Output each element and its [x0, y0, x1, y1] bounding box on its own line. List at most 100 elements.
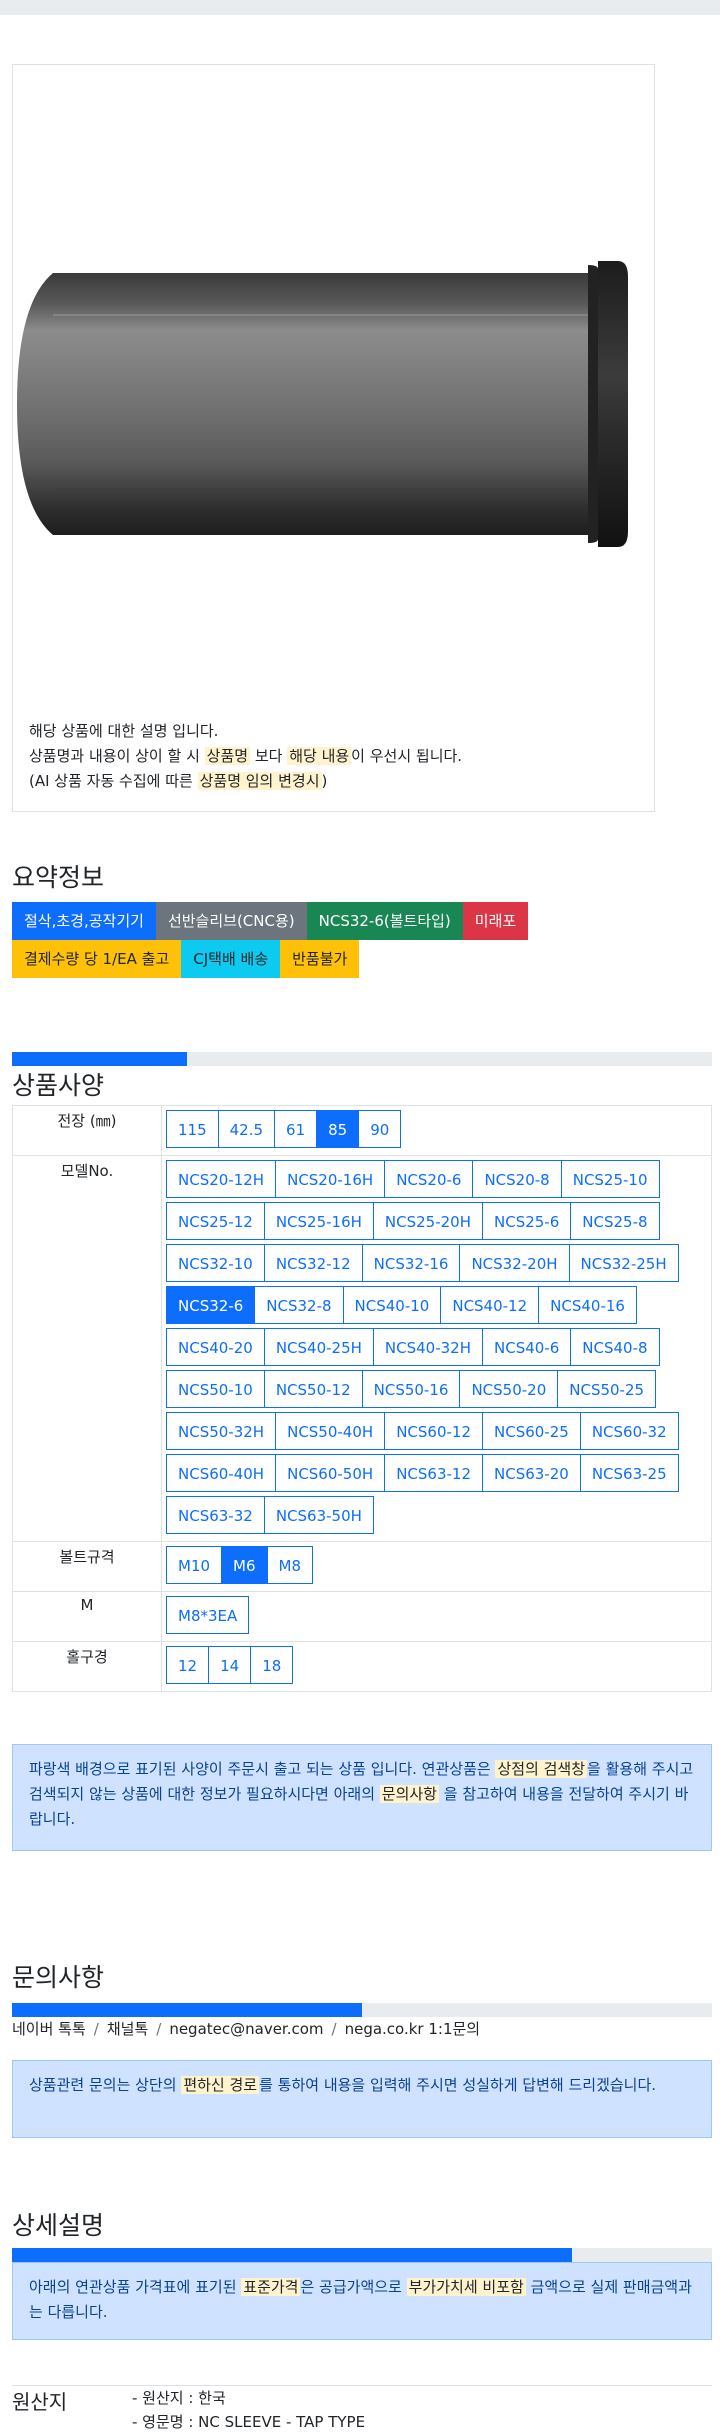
text: 보다: [250, 747, 288, 765]
spec-row: 볼트규격 M10 M6 M8: [12, 1541, 712, 1592]
spec-option-button[interactable]: NCS63-25: [579, 1454, 679, 1492]
spec-options: NCS20-12H NCS20-16H NCS20-6 NCS20-8 NCS25-10…: [161, 1155, 712, 1542]
origin-country: - 원산지 : 한국: [132, 2389, 226, 2407]
origin-values: - 원산지 : 한국 - 영문명 : NC SLEEVE - TAP TYPE: [132, 2386, 365, 2434]
spec-option-button[interactable]: 90: [358, 1110, 402, 1148]
spec-option-button[interactable]: M8*3EA: [166, 1596, 250, 1634]
product-description: 해당 상품에 대한 설명 입니다. 상품명과 내용이 상이 할 시 상품명 보다…: [29, 719, 462, 794]
spec-option-button[interactable]: NCS50-16: [361, 1370, 461, 1408]
spec-option-button[interactable]: 61: [274, 1110, 318, 1148]
spec-option-button[interactable]: NCS50-25: [557, 1370, 657, 1408]
spec-option-button[interactable]: NCS40-8: [570, 1328, 660, 1366]
spec-option-button[interactable]: NCS63-32: [166, 1496, 265, 1534]
highlight: 상점의 검색창: [495, 1760, 588, 1778]
spec-option-button[interactable]: 12: [166, 1646, 210, 1684]
origin-section: 원산지 - 원산지 : 한국 - 영문명 : NC SLEEVE - TAP T…: [12, 2385, 712, 2431]
spec-option-button[interactable]: NCS60-40H: [166, 1454, 277, 1492]
spec-label: 모델No.: [12, 1155, 162, 1542]
spec-option-button[interactable]: NCS50-10: [166, 1370, 265, 1408]
spec-option-button[interactable]: NCS32-8: [254, 1286, 344, 1324]
highlight: 상품명: [204, 747, 251, 765]
category-badge: 절삭,초경,공작기기: [12, 902, 156, 940]
highlight: 표준가격: [241, 2278, 301, 2296]
spec-option-button[interactable]: NCS40-25H: [263, 1328, 374, 1366]
spec-option-button[interactable]: NCS50-12: [263, 1370, 363, 1408]
summary-badges-row-2: 결제수량 당 1/EA 출고 CJ택배 배송 반품불가: [12, 940, 572, 978]
spec-option-button[interactable]: NCS60-50H: [275, 1454, 386, 1492]
spec-option-button[interactable]: NCS60-12: [384, 1412, 483, 1450]
spec-option-button[interactable]: NCS60-32: [579, 1412, 679, 1450]
text: 를 통하여 내용을 입력해 주시면 성실하게 답변해 드리겠습니다.: [259, 2076, 657, 2094]
spec-option-button[interactable]: NCS40-6: [482, 1328, 572, 1366]
spec-option-button[interactable]: M8: [266, 1546, 314, 1584]
contact-link[interactable]: 네이버 톡톡: [12, 2020, 86, 2038]
spec-option-button[interactable]: NCS32-12: [263, 1244, 363, 1282]
spec-option-button[interactable]: NCS25-6: [482, 1202, 572, 1240]
spec-option-button[interactable]: NCS25-16H: [263, 1202, 374, 1240]
product-image-panel: 해당 상품에 대한 설명 입니다. 상품명과 내용이 상이 할 시 상품명 보다…: [12, 64, 655, 812]
text: 상품관련 문의는 상단의: [29, 2076, 182, 2094]
spec-option-button[interactable]: 18: [250, 1646, 294, 1684]
spec-option-button[interactable]: NCS25-10: [560, 1160, 660, 1198]
inquiry-title: 문의사항: [12, 1963, 105, 1992]
spec-option-button[interactable]: NCS63-20: [482, 1454, 581, 1492]
spec-options: M8*3EA: [161, 1591, 712, 1642]
spec-option-button[interactable]: NCS60-25: [482, 1412, 581, 1450]
highlight: 해당 내용: [287, 747, 352, 765]
product-image: [17, 261, 628, 547]
spec-option-button[interactable]: NCS20-6: [384, 1160, 474, 1198]
spec-option-button[interactable]: NCS32-16: [361, 1244, 461, 1282]
spec-option-button[interactable]: NCS50-40H: [275, 1412, 386, 1450]
contact-link[interactable]: negatec@naver.com: [169, 2020, 323, 2038]
spec-option-button[interactable]: NCS32-6: [166, 1286, 256, 1324]
contact-link[interactable]: nega.co.kr 1:1문의: [345, 2020, 481, 2038]
text: 파랑색 배경으로 표기된 사양이 주문시 출고 되는 상품 입니다. 연관상품은: [29, 1760, 496, 1778]
spec-option-button[interactable]: NCS40-16: [538, 1286, 637, 1324]
spec-options: 115 42.5 61 85 90: [161, 1105, 712, 1156]
spec-option-button[interactable]: NCS20-12H: [166, 1160, 277, 1198]
spec-option-button[interactable]: M6: [221, 1546, 268, 1584]
inquiry-progress-fill: [12, 2003, 362, 2017]
spec-option-button[interactable]: NCS63-50H: [263, 1496, 374, 1534]
spec-option-button[interactable]: 85: [316, 1110, 360, 1148]
spec-option-button[interactable]: 14: [208, 1646, 252, 1684]
highlight: 부가가치세 비포함: [406, 2278, 526, 2296]
spec-row: 모델No. NCS20-12H NCS20-16H NCS20-6 NCS20-8 NCS…: [12, 1155, 712, 1542]
shipping-badge: CJ택배 배송: [181, 940, 281, 978]
spec-option-button[interactable]: NCS40-12: [440, 1286, 540, 1324]
spec-option-button[interactable]: NCS25-8: [570, 1202, 660, 1240]
separator: /: [156, 2020, 162, 2038]
description-line-2: 상품명과 내용이 상이 할 시 상품명 보다 해당 내용 이 우선시 됩니다.: [29, 744, 462, 769]
highlight: 상품명 임의 변경시: [197, 772, 322, 790]
text: (AI 상품 자동 수집에 따른: [29, 772, 198, 790]
text: 아래의 연관상품 가격표에 표기된: [29, 2278, 242, 2296]
spec-option-button[interactable]: NCS50-32H: [166, 1412, 277, 1450]
category-badge: NCS32-6(볼트타입): [306, 902, 463, 940]
spec-option-button[interactable]: NCS25-12: [166, 1202, 265, 1240]
spec-option-button[interactable]: 115: [166, 1110, 219, 1148]
spec-label: 전장 (㎜): [12, 1105, 162, 1156]
detail-progress-fill: [12, 2248, 572, 2262]
spec-option-button[interactable]: NCS25-20H: [372, 1202, 483, 1240]
spec-option-button[interactable]: NCS40-32H: [372, 1328, 483, 1366]
spec-option-button[interactable]: NCS32-10: [166, 1244, 265, 1282]
top-bar: [0, 0, 720, 15]
spec-option-button[interactable]: NCS40-20: [166, 1328, 265, 1366]
spec-option-button[interactable]: NCS40-10: [342, 1286, 442, 1324]
spec-option-button[interactable]: NCS50-20: [459, 1370, 559, 1408]
separator: /: [331, 2020, 337, 2038]
shipping-badge: 반품불가: [280, 940, 360, 978]
summary-title: 요약정보: [12, 863, 105, 892]
origin-label: 원산지: [12, 2390, 68, 2414]
spec-option-button[interactable]: NCS32-20H: [459, 1244, 570, 1282]
spec-option-button[interactable]: NCS63-12: [384, 1454, 483, 1492]
highlight: 문의사항: [379, 1785, 439, 1803]
spec-option-button[interactable]: NCS20-8: [472, 1160, 562, 1198]
contact-link[interactable]: 채널톡: [107, 2020, 148, 2038]
spec-option-button[interactable]: NCS32-25H: [568, 1244, 679, 1282]
spec-option-button[interactable]: 42.5: [217, 1110, 276, 1148]
spec-option-button[interactable]: NCS20-16H: [275, 1160, 386, 1198]
text: 은 공급가액으로: [300, 2278, 407, 2296]
spec-option-button[interactable]: M10: [166, 1546, 223, 1584]
text: 이 우선시 됩니다.: [351, 747, 463, 765]
